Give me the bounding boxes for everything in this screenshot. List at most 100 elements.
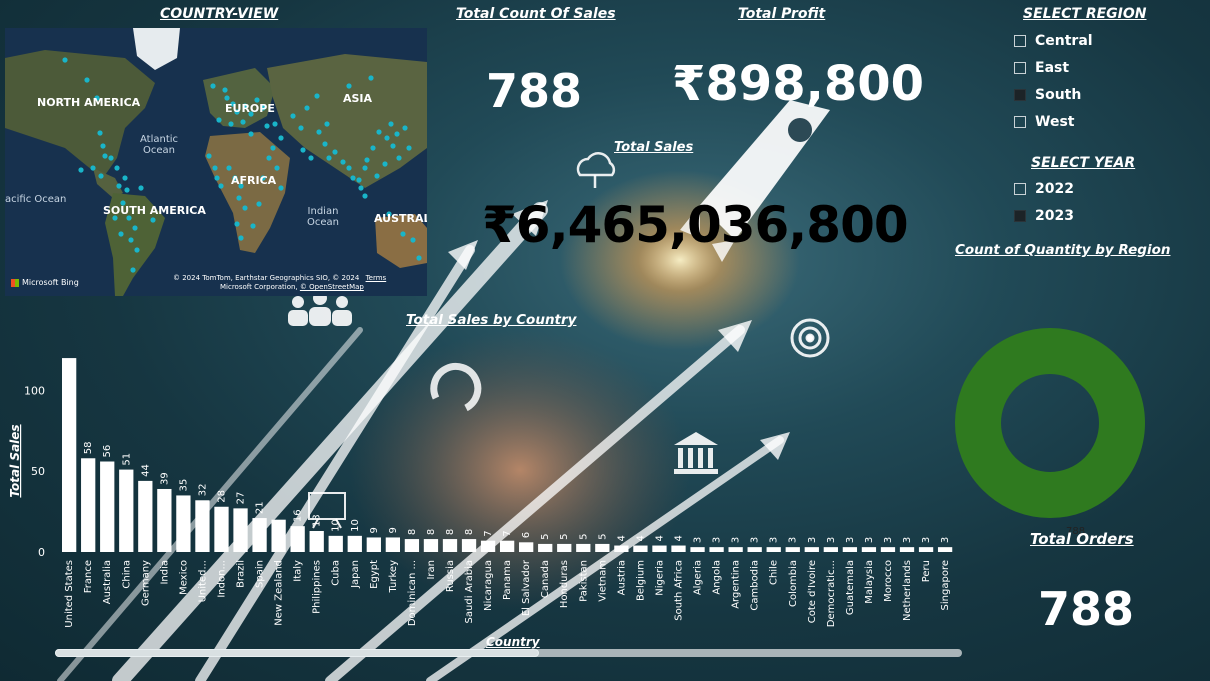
bar[interactable]	[709, 547, 724, 552]
bar[interactable]	[937, 547, 953, 552]
map-location-point[interactable]	[316, 129, 322, 135]
map-location-point[interactable]	[384, 135, 390, 141]
bar[interactable]	[880, 547, 896, 552]
map-location-point[interactable]	[108, 155, 114, 161]
map-location-point[interactable]	[376, 129, 382, 135]
map-location-point[interactable]	[234, 221, 240, 227]
bar[interactable]	[100, 461, 115, 552]
region-item-south[interactable]: South	[1014, 87, 1081, 103]
map-location-point[interactable]	[322, 141, 328, 147]
bar[interactable]	[557, 543, 572, 552]
map-location-point[interactable]	[130, 267, 136, 273]
map-location-point[interactable]	[346, 83, 352, 89]
map-location-point[interactable]	[62, 57, 68, 63]
region-item-east[interactable]: East	[1014, 60, 1069, 76]
bar[interactable]	[62, 358, 77, 552]
bar[interactable]	[899, 547, 915, 552]
map-location-point[interactable]	[132, 225, 138, 231]
bar[interactable]	[633, 545, 648, 552]
map-location-point[interactable]	[116, 183, 122, 189]
bar[interactable]	[804, 547, 819, 552]
bar[interactable]	[309, 530, 324, 552]
bar[interactable]	[290, 526, 305, 552]
map-location-point[interactable]	[332, 149, 338, 155]
map-location-point[interactable]	[278, 185, 284, 191]
map-location-point[interactable]	[222, 87, 228, 93]
map-location-point[interactable]	[326, 155, 332, 161]
map-location-point[interactable]	[238, 235, 244, 241]
map-location-point[interactable]	[390, 143, 396, 149]
map-location-point[interactable]	[264, 123, 270, 129]
map-location-point[interactable]	[84, 77, 90, 83]
map-location-point[interactable]	[250, 223, 256, 229]
year-checkbox[interactable]	[1014, 210, 1026, 222]
bar[interactable]	[81, 458, 96, 552]
map-location-point[interactable]	[150, 217, 156, 223]
bar[interactable]	[423, 539, 439, 552]
map-location-point[interactable]	[356, 177, 362, 183]
map-location-point[interactable]	[374, 173, 380, 179]
bar[interactable]	[766, 547, 781, 552]
bar[interactable]	[328, 535, 343, 552]
bar[interactable]	[519, 542, 534, 552]
map-location-point[interactable]	[416, 255, 422, 261]
map-location-point[interactable]	[90, 165, 96, 171]
map-location-point[interactable]	[228, 121, 234, 127]
bar[interactable]	[785, 547, 800, 552]
bar[interactable]	[671, 545, 686, 552]
map-location-point[interactable]	[278, 135, 284, 141]
map-location-point[interactable]	[224, 95, 230, 101]
map-location-point[interactable]	[370, 145, 376, 151]
year-checkbox[interactable]	[1014, 183, 1026, 195]
map-location-point[interactable]	[340, 159, 346, 165]
country-map[interactable]: NORTH AMERICA EUROPE ASIA AFRICA SOUTH A…	[5, 28, 427, 296]
map-location-point[interactable]	[212, 165, 218, 171]
region-item-central[interactable]: Central	[1014, 33, 1093, 49]
map-location-point[interactable]	[350, 175, 356, 181]
region-checkbox[interactable]	[1014, 35, 1026, 47]
bar[interactable]	[747, 547, 762, 552]
sales-by-country-chart[interactable]: 050100Total SalesUnited States58France56…	[0, 330, 970, 660]
bar[interactable]	[461, 539, 477, 552]
map-location-point[interactable]	[400, 231, 406, 237]
region-donut-chart[interactable]	[952, 325, 1152, 525]
map-location-point[interactable]	[248, 131, 254, 137]
map-location-point[interactable]	[274, 165, 280, 171]
bar[interactable]	[499, 540, 515, 552]
bar[interactable]	[252, 518, 267, 552]
region-checkbox[interactable]	[1014, 116, 1026, 128]
map-location-point[interactable]	[358, 185, 364, 191]
region-checkbox[interactable]	[1014, 62, 1026, 74]
map-location-point[interactable]	[210, 83, 216, 89]
region-checkbox[interactable]	[1014, 89, 1026, 101]
map-location-point[interactable]	[304, 105, 310, 111]
map-location-point[interactable]	[382, 161, 388, 167]
bar[interactable]	[233, 508, 248, 552]
map-location-point[interactable]	[402, 125, 408, 131]
map-location-point[interactable]	[242, 205, 248, 211]
map-location-point[interactable]	[100, 143, 106, 149]
map-location-point[interactable]	[298, 125, 304, 131]
map-location-point[interactable]	[240, 119, 246, 125]
map-location-point[interactable]	[388, 121, 394, 127]
map-location-point[interactable]	[394, 131, 400, 137]
bar[interactable]	[538, 543, 553, 552]
map-location-point[interactable]	[346, 165, 352, 171]
bar[interactable]	[176, 495, 191, 552]
map-location-point[interactable]	[124, 187, 130, 193]
bar[interactable]	[728, 547, 743, 552]
bar[interactable]	[347, 535, 362, 552]
map-location-point[interactable]	[98, 173, 104, 179]
map-location-point[interactable]	[410, 237, 416, 243]
bar[interactable]	[385, 537, 401, 552]
bar[interactable]	[918, 547, 934, 552]
map-location-point[interactable]	[290, 113, 296, 119]
map-location-point[interactable]	[256, 201, 262, 207]
bar[interactable]	[214, 506, 229, 552]
map-location-point[interactable]	[270, 145, 276, 151]
map-location-point[interactable]	[134, 247, 140, 253]
bar[interactable]	[595, 543, 610, 552]
map-location-point[interactable]	[406, 145, 412, 151]
donut-ring[interactable]	[955, 328, 1145, 518]
map-location-point[interactable]	[272, 121, 278, 127]
